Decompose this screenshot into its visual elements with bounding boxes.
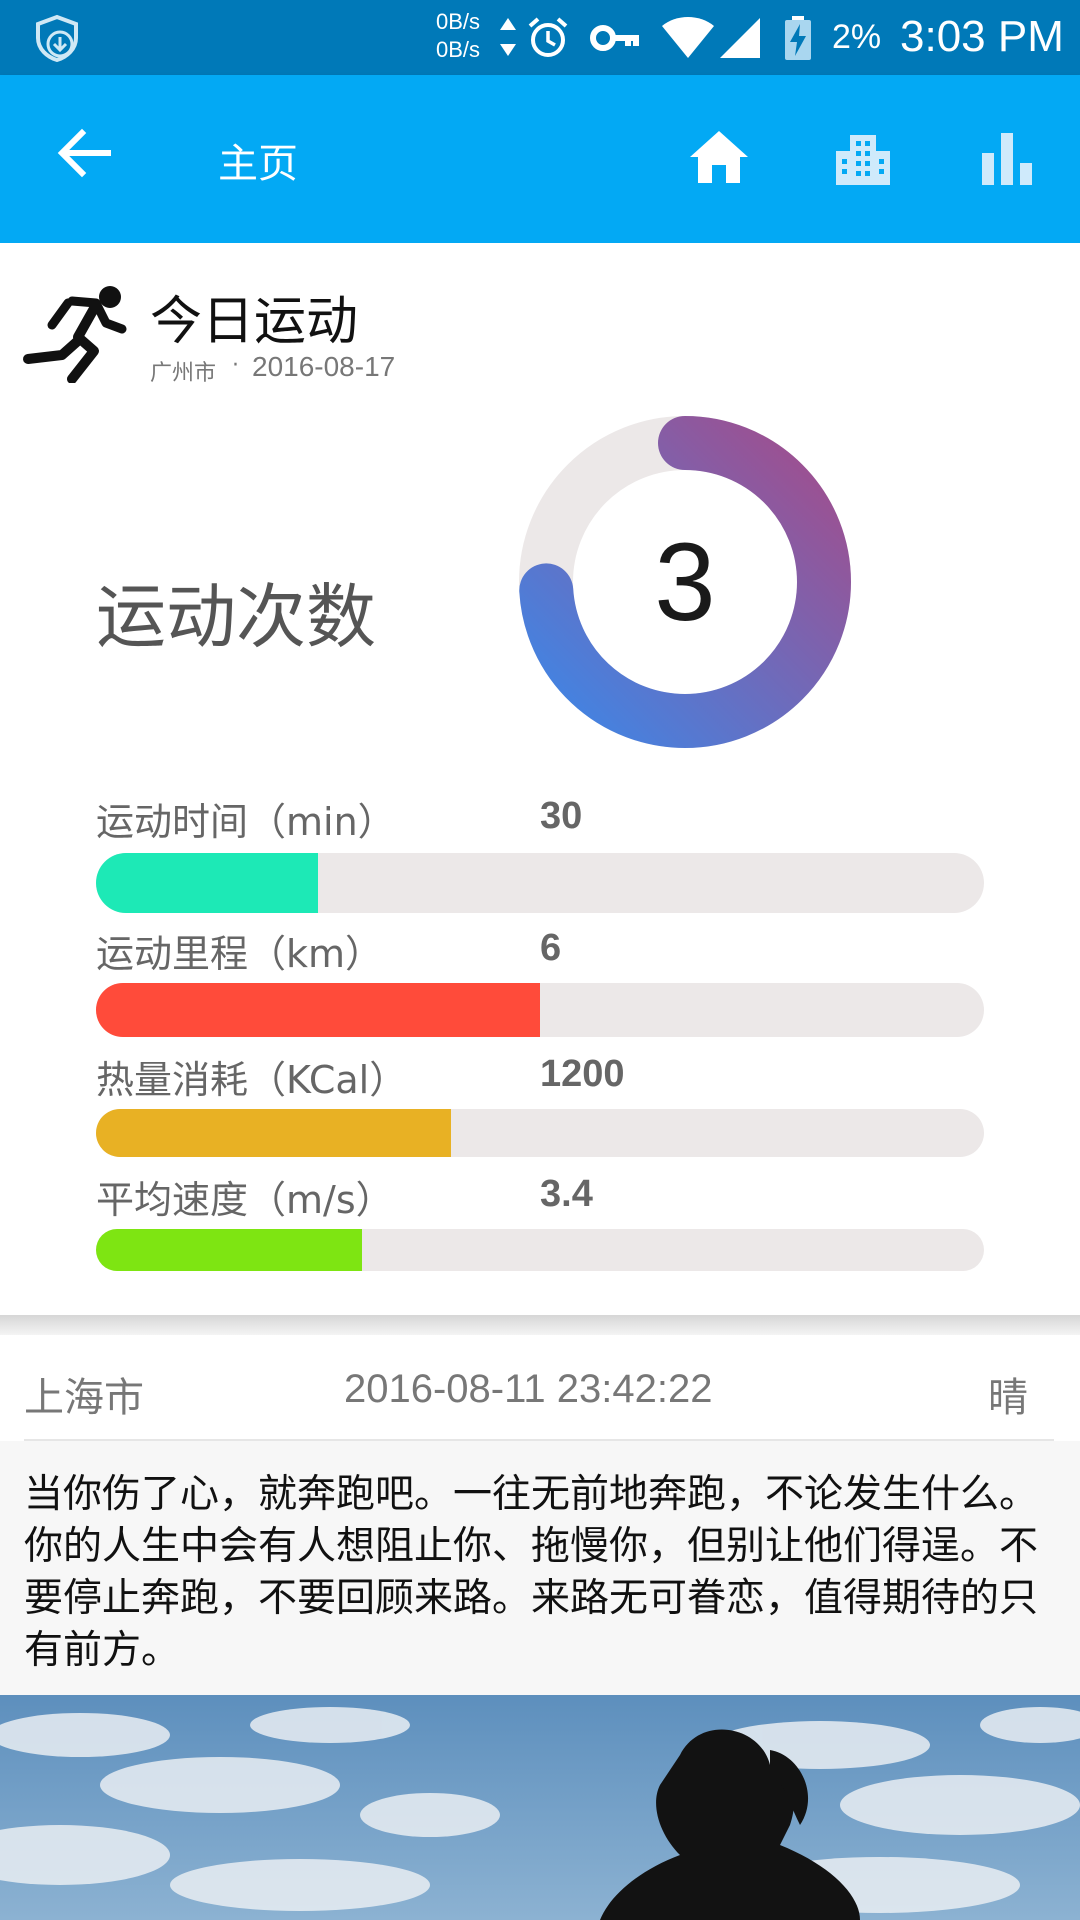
network-speed: 0B/s 0B/s: [436, 8, 480, 64]
battery-charging-icon: [785, 16, 811, 60]
metric-label: 运动里程（km）: [96, 932, 384, 976]
app-bar: 主页: [0, 75, 1080, 243]
feed-card[interactable]: 上海市 2016-08-11 23:42:22 晴 当你伤了心，就奔跑吧。一往无…: [0, 1335, 1080, 1920]
feed-weather: 晴: [988, 1375, 1028, 1421]
net-up-text: 0B/s: [436, 9, 481, 34]
metric-label: 运动时间（min）: [96, 800, 396, 844]
city-icon[interactable]: [832, 127, 894, 189]
alarm-icon: [528, 17, 568, 57]
shield-download-icon: [36, 14, 78, 62]
vpn-key-icon: [590, 25, 639, 51]
today-location: 广州市: [150, 361, 217, 386]
exercise-count-value: 3: [654, 520, 716, 644]
runner-icon: [23, 286, 127, 383]
exercise-count-ring: 3: [518, 415, 852, 749]
feed-timestamp: 2016-08-11 23:42:22: [344, 1367, 713, 1411]
status-bar: 0B/s 0B/s 2% 3:03 PM: [0, 0, 1080, 75]
metric-value: 6: [540, 927, 562, 969]
wifi-icon: [662, 17, 714, 58]
home-icon[interactable]: [688, 127, 750, 189]
battery-percent: 2%: [832, 18, 882, 56]
clock: 3:03 PM: [900, 12, 1064, 61]
separator-dot: ·: [232, 353, 239, 378]
feed-quote: 当你伤了心，就奔跑吧。一往无前地奔跑，不论发生什么。你的人生中会有人想阻止你、拖…: [24, 1472, 1039, 1673]
arrow-back-icon[interactable]: [56, 125, 112, 181]
metric-label: 平均速度（m/s）: [96, 1178, 394, 1222]
exercise-count-label: 运动次数: [96, 576, 376, 658]
metric-value: 30: [540, 795, 583, 837]
metric-value: 3.4: [540, 1173, 593, 1215]
card-divider: [0, 1315, 1080, 1335]
metric-value: 1200: [540, 1053, 625, 1095]
metric-progress-fill: [96, 853, 318, 913]
metric-label: 热量消耗（KCal）: [96, 1058, 408, 1102]
net-down-text: 0B/s: [436, 37, 481, 62]
feed-info-row: 上海市 2016-08-11 23:42:22 晴: [0, 1335, 1080, 1441]
metric-progress-track: [96, 1109, 984, 1157]
feed-city: 上海市: [24, 1375, 144, 1421]
today-exercise-card: 今日运动 广州市 · 2016-08-17 运动次数 3 运动时间（min） 3…: [0, 243, 1080, 1315]
net-arrows-icon: [500, 18, 516, 56]
metric-progress-fill: [96, 1229, 363, 1271]
page-title: 主页: [218, 141, 298, 187]
today-heading: 今日运动: [150, 292, 359, 352]
feed-divider: [24, 1439, 1054, 1441]
today-date: 2016-08-17: [252, 351, 396, 382]
metric-progress-track: [96, 853, 984, 913]
runner-photo[interactable]: [0, 1695, 1080, 1920]
metric-progress-fill: [96, 1109, 452, 1157]
metric-progress-fill: [96, 983, 540, 1037]
metric-progress-track: [96, 1229, 984, 1271]
metric-progress-track: [96, 983, 984, 1037]
signal-icon: [720, 18, 760, 58]
bar-chart-icon[interactable]: [976, 127, 1038, 189]
